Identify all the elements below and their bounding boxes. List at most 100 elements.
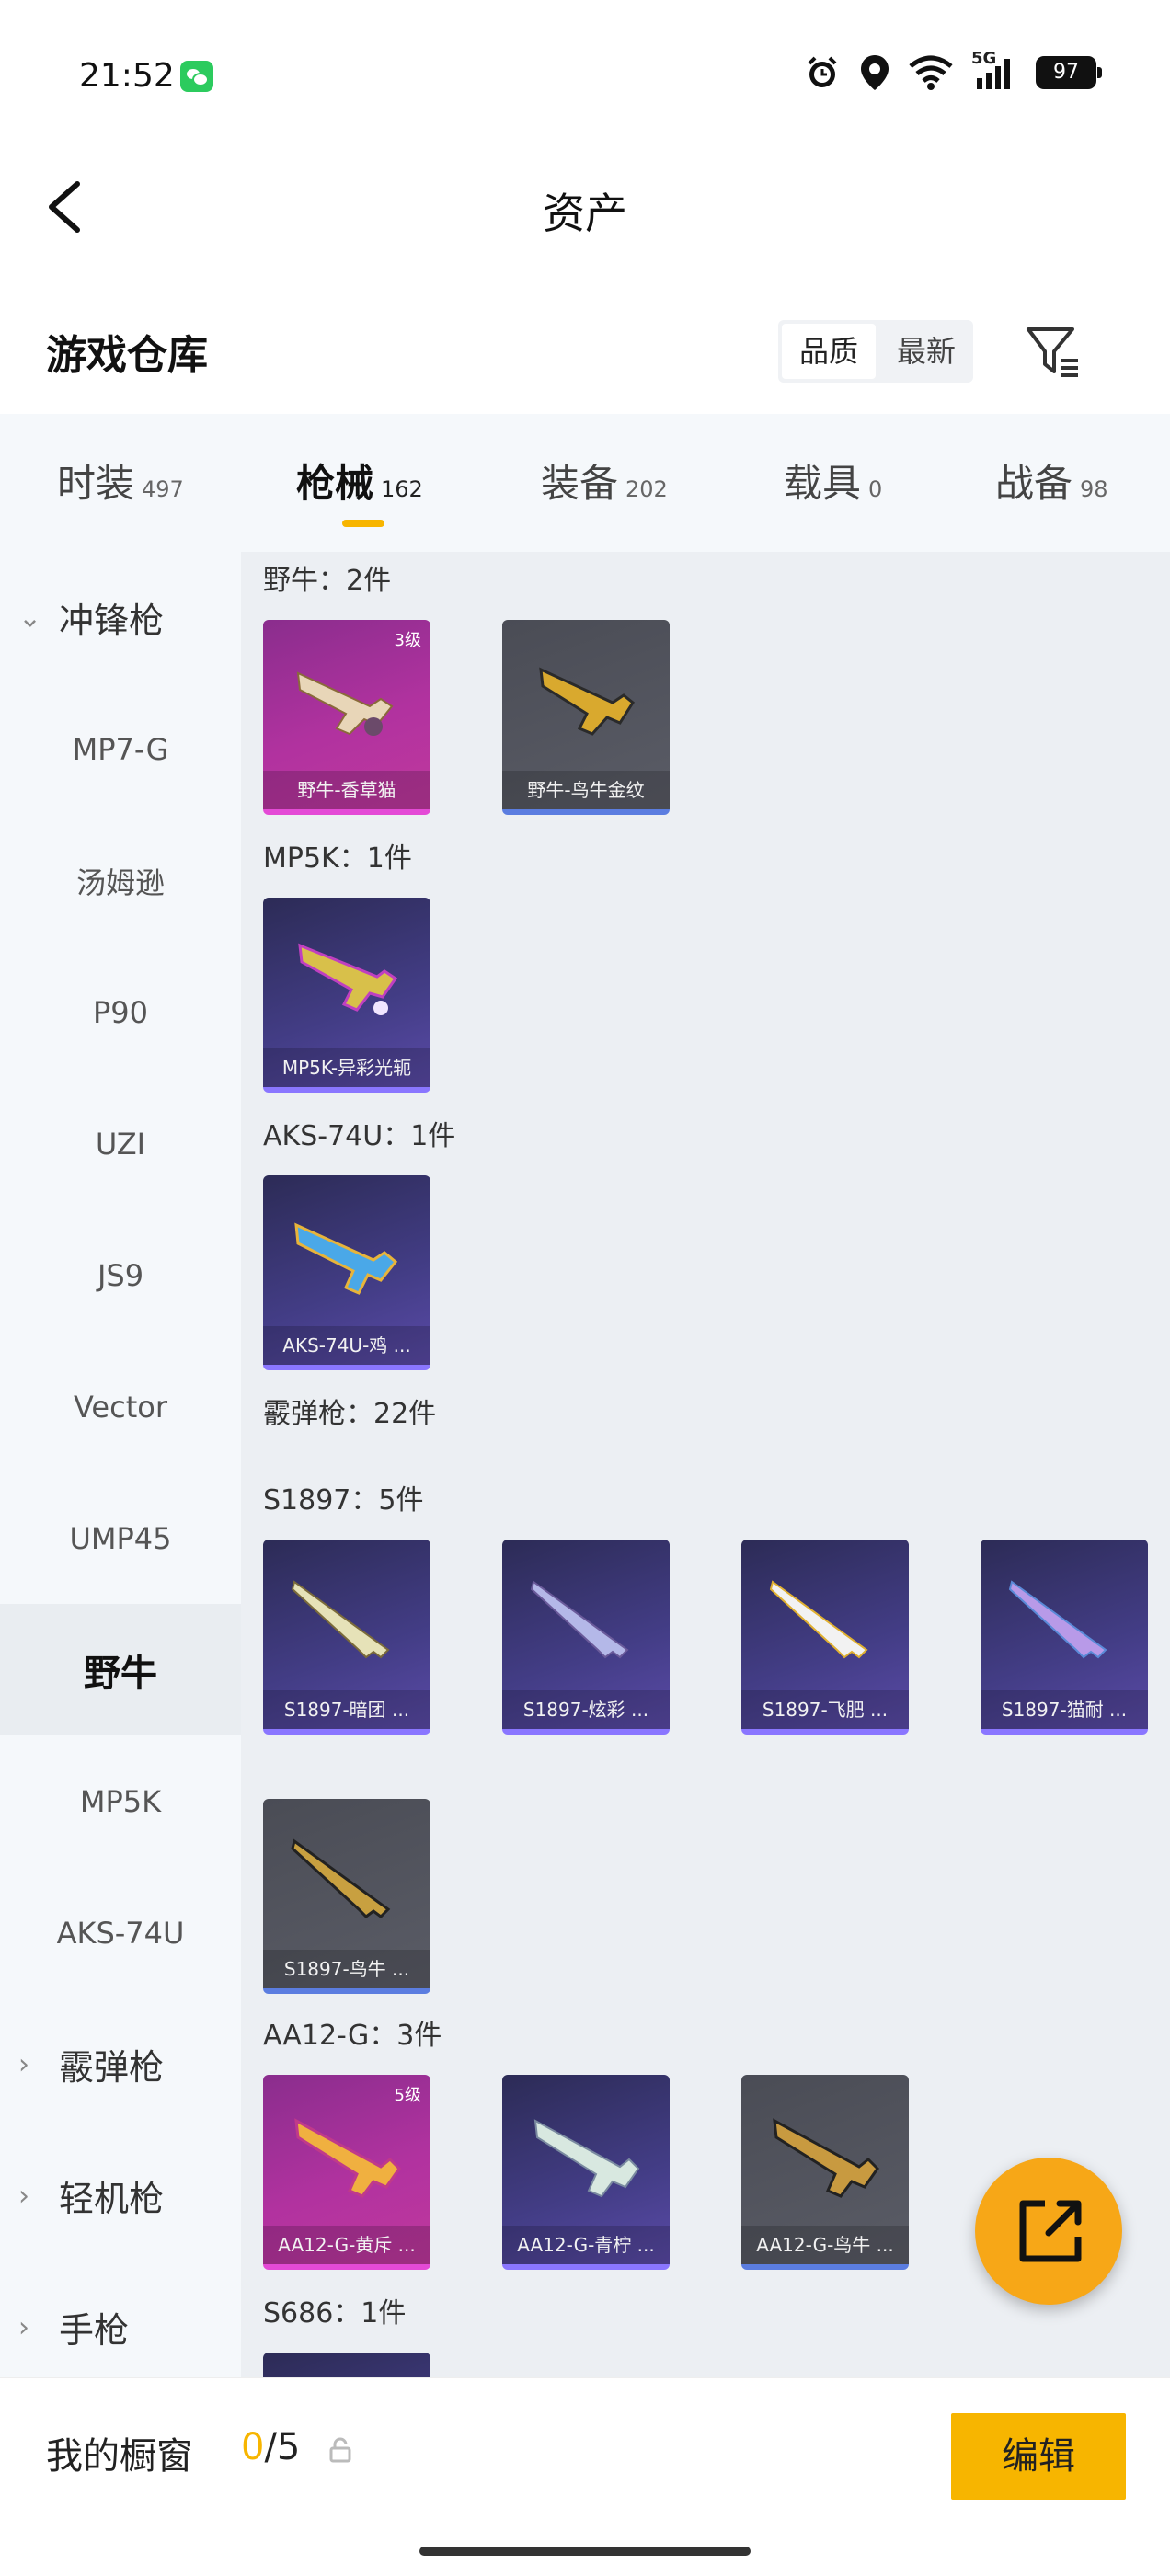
tab-count: 497	[142, 476, 184, 502]
tab-label: 时装	[57, 461, 135, 506]
sidebar-item-label: 手枪	[59, 2310, 130, 2351]
card-caption: S1897-暗团 ...	[263, 1690, 430, 1729]
nav-bar: 资产	[0, 156, 1170, 258]
gun-icon	[291, 1580, 390, 1659]
sort-option-newest[interactable]: 最新	[879, 320, 973, 383]
gun-icon	[533, 2119, 640, 2198]
tab-supplies[interactable]: 战备 98	[995, 452, 1108, 509]
weapon-card[interactable]: AKS-74U-鸡 ...	[263, 1175, 430, 1370]
weapon-card[interactable]	[263, 2353, 430, 2377]
sidebar-item-label: 轻机枪	[59, 2179, 165, 2219]
tab-active-indicator	[342, 520, 384, 527]
group-title: S686：1件	[263, 2297, 407, 2330]
weapon-card[interactable]: AA12-G-青柠 ...	[502, 2075, 670, 2270]
group-title: 野牛：2件	[263, 565, 392, 597]
weapon-card[interactable]: 野牛-鸟牛金纹	[502, 620, 670, 815]
sidebar-item-aks74u[interactable]: AKS-74U	[0, 1867, 241, 1998]
tab-label: 装备	[541, 461, 619, 506]
gun-icon	[298, 943, 398, 1015]
page-title: 资产	[543, 189, 627, 238]
sidebar-item-ump45[interactable]: UMP45	[0, 1472, 241, 1604]
weapon-card[interactable]: S1897-炫彩 ...	[502, 1540, 670, 1735]
card-caption: AA12-G-黄斥 ...	[263, 2226, 430, 2264]
weapon-card[interactable]: S1897-鸟牛 ...	[263, 1799, 430, 1994]
gun-icon	[296, 671, 394, 736]
showcase-label: 我的橱窗	[46, 2435, 193, 2478]
card-caption: 野牛-香草猫	[263, 771, 430, 809]
showcase-current: 0	[241, 2426, 265, 2468]
card-caption: AA12-G-青柠 ...	[502, 2226, 670, 2264]
group-title: AKS-74U：1件	[263, 1120, 456, 1152]
showcase-total: /5	[264, 2426, 301, 2468]
sidebar-item-label: AKS-74U	[56, 1915, 185, 1951]
sidebar-item-label: UMP45	[69, 1520, 172, 1556]
weapon-card[interactable]: 5级 AA12-G-黄斥 ...	[263, 2075, 430, 2270]
tab-label: 枪械	[296, 461, 374, 506]
sidebar-item-label: JS9	[97, 1257, 144, 1293]
chevron-down-icon: ⌄	[18, 601, 42, 634]
weapon-card[interactable]: AA12-G-鸟牛 ...	[741, 2075, 909, 2270]
tab-equipment[interactable]: 装备 202	[541, 452, 668, 509]
weapon-card[interactable]: MP5K-异彩光轭	[263, 898, 430, 1093]
tab-vehicles[interactable]: 载具 0	[784, 452, 882, 509]
sidebar-category-shotgun[interactable]: › 霰弹枪	[0, 1998, 241, 2130]
sidebar-item-js9[interactable]: JS9	[0, 1209, 241, 1341]
group-title: S1897：5件	[263, 1484, 424, 1517]
category-tabs: 时装 497 枪械 162 装备 202 载具 0 战备 98	[0, 414, 1170, 552]
tab-fashion[interactable]: 时装 497	[57, 452, 184, 509]
gun-icon	[294, 2118, 401, 2198]
warehouse-header: 游戏仓库 品质 最新	[0, 303, 1170, 405]
home-indicator[interactable]	[419, 2547, 751, 2556]
sidebar-item-uzi[interactable]: UZI	[0, 1078, 241, 1209]
showcase-count: 0/5	[241, 2426, 300, 2468]
gun-icon	[294, 1222, 398, 1295]
tab-count: 202	[625, 476, 668, 502]
weapon-card[interactable]: S1897-暗团 ...	[263, 1540, 430, 1735]
sidebar-category-lmg[interactable]: › 轻机枪	[0, 2130, 241, 2261]
sidebar-item-label: P90	[92, 994, 148, 1030]
weapon-card[interactable]: S1897-猫耐 ...	[981, 1540, 1148, 1735]
gun-icon	[1008, 1580, 1107, 1659]
card-caption: AKS-74U-鸡 ...	[263, 1326, 430, 1365]
sidebar-item-thompson[interactable]: 汤姆逊	[0, 815, 241, 946]
weapon-card[interactable]: 3级 野牛-香草猫	[263, 620, 430, 815]
tab-count: 98	[1080, 476, 1108, 502]
sidebar-item-mp5k[interactable]: MP5K	[0, 1735, 241, 1867]
sidebar-item-label: Vector	[74, 1389, 167, 1425]
sidebar-item-label: 汤姆逊	[75, 864, 165, 900]
gun-icon	[769, 1580, 868, 1659]
group-title: MP5K：1件	[263, 842, 412, 875]
tab-firearms[interactable]: 枪械 162	[296, 452, 423, 509]
filter-button[interactable]	[1023, 322, 1084, 383]
card-caption: AA12-G-鸟牛 ...	[741, 2226, 909, 2264]
tab-label: 载具	[784, 461, 862, 506]
edit-button[interactable]: 编辑	[951, 2413, 1126, 2500]
sidebar-category-pistol[interactable]: › 手枪	[0, 2261, 241, 2393]
chevron-right-icon: ›	[18, 2180, 29, 2212]
filter-icon	[1027, 327, 1078, 377]
weapon-card[interactable]: S1897-飞肥 ...	[741, 1540, 909, 1735]
sidebar-item-mp7g[interactable]: MP7-G	[0, 683, 241, 815]
sidebar-item-p90[interactable]: P90	[0, 946, 241, 1078]
card-caption: S1897-飞肥 ...	[741, 1690, 909, 1729]
sidebar-item-vector[interactable]: Vector	[0, 1341, 241, 1472]
status-bar: 21:52 5G 97	[0, 0, 1170, 147]
sidebar-item-bizon[interactable]: 野牛	[0, 1604, 241, 1735]
gun-icon	[539, 667, 635, 736]
gun-icon	[530, 1580, 629, 1659]
sort-option-quality[interactable]: 品质	[782, 324, 876, 379]
tab-count: 162	[381, 476, 423, 502]
battery-icon: 97	[1036, 56, 1102, 89]
tab-label: 战备	[995, 461, 1073, 506]
tab-count: 0	[868, 476, 883, 502]
card-caption: S1897-猫耐 ...	[981, 1690, 1148, 1729]
card-caption: S1897-鸟牛 ...	[263, 1950, 430, 1988]
sidebar-item-label: 霰弹枪	[59, 2047, 165, 2088]
sidebar-item-label: 野牛	[84, 1652, 157, 1695]
share-external-icon	[1019, 2200, 1082, 2262]
share-button[interactable]	[975, 2158, 1122, 2305]
group-title: 霰弹枪：22件	[263, 1398, 437, 1430]
alarm-icon	[808, 56, 837, 87]
sidebar-category-smg[interactable]: ⌄ 冲锋枪	[0, 552, 241, 683]
location-icon	[861, 55, 889, 90]
